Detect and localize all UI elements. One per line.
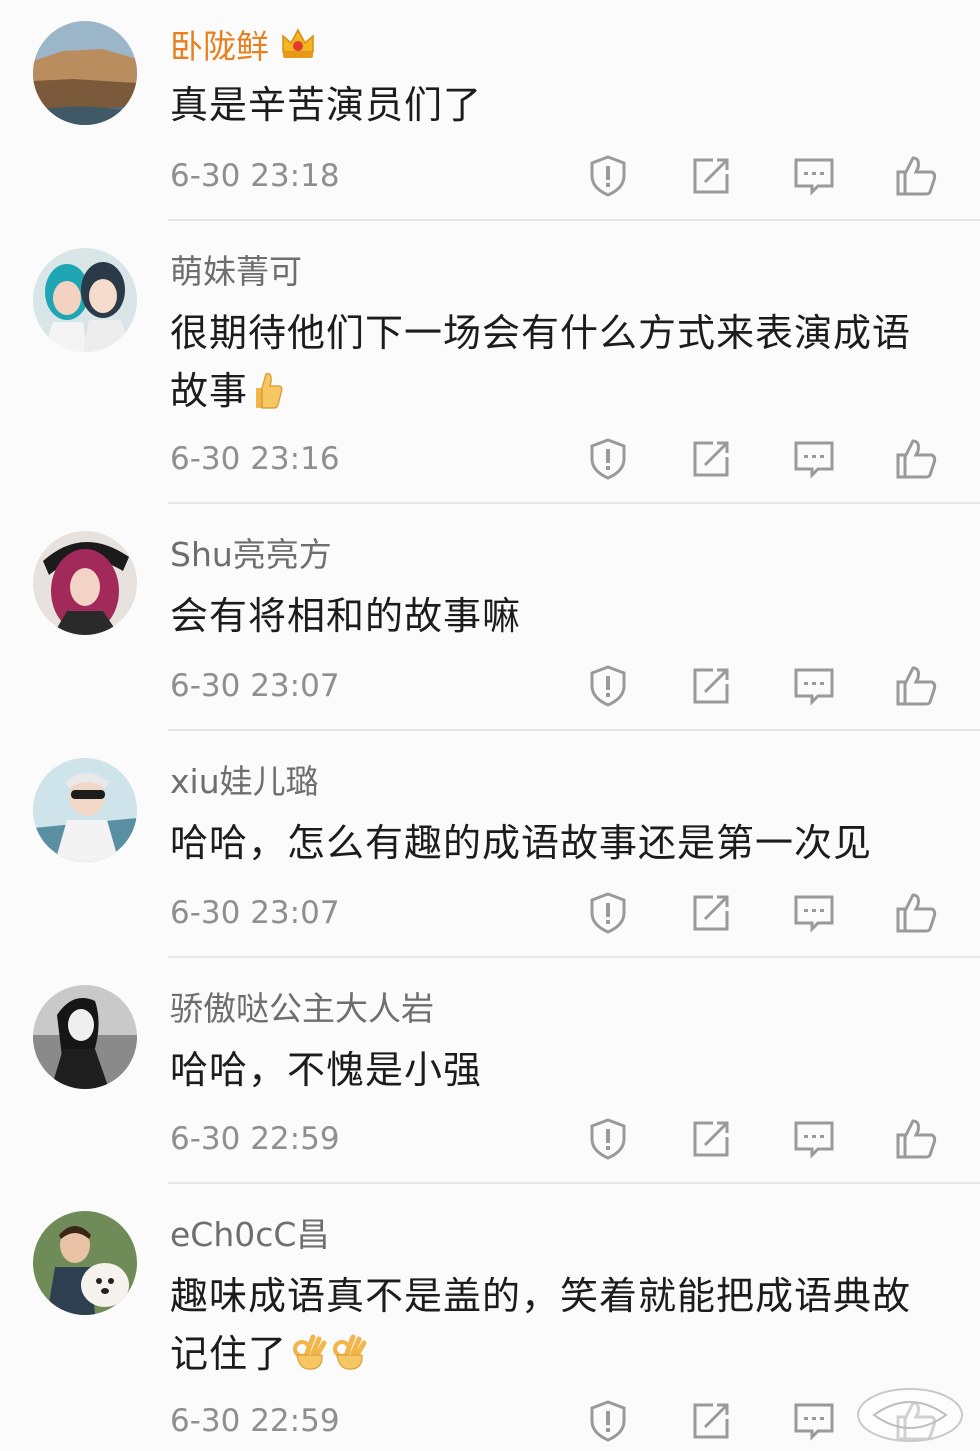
comment-meta: 6-30 23:16 (170, 437, 980, 481)
like-button[interactable] (892, 664, 940, 708)
reply-icon (794, 1121, 834, 1159)
report-button[interactable] (584, 154, 632, 198)
report-icon (590, 1400, 626, 1442)
repost-button[interactable] (687, 1399, 735, 1443)
report-icon (590, 892, 626, 934)
repost-button[interactable] (687, 437, 735, 481)
reply-button[interactable] (790, 437, 838, 481)
reply-button[interactable] (790, 664, 838, 708)
reply-icon (794, 441, 834, 479)
username[interactable]: 卧陇鲜 (170, 24, 317, 67)
repost-button[interactable] (687, 891, 735, 935)
reply-icon (794, 1403, 834, 1441)
divider (168, 956, 980, 958)
comment-meta: 6-30 22:59 (170, 1117, 980, 1161)
username[interactable]: xiu娃儿璐 (170, 762, 319, 802)
report-button[interactable] (584, 1117, 632, 1161)
repost-button[interactable] (687, 154, 735, 198)
timestamp: 6-30 22:59 (170, 1403, 340, 1439)
username[interactable]: 骄傲哒公主大人岩 (170, 989, 434, 1029)
username[interactable]: Shu亮亮方 (170, 535, 332, 575)
timestamp: 6-30 23:18 (170, 158, 340, 194)
like-icon (896, 1119, 937, 1159)
report-button[interactable] (584, 664, 632, 708)
vip-crown-icon (282, 28, 314, 58)
username[interactable]: 萌妹菁可 (170, 252, 302, 292)
report-button[interactable] (584, 437, 632, 481)
repost-icon (693, 158, 729, 194)
comment-text: 哈哈，不愧是小强 (170, 1048, 483, 1092)
reply-button[interactable] (790, 154, 838, 198)
comment-text: 很期待他们下一场会有什么方式来表演成语 故事 (170, 311, 912, 413)
like-button[interactable] (892, 1117, 940, 1161)
repost-icon (693, 668, 729, 704)
repost-icon (693, 441, 729, 477)
user-avatar[interactable] (33, 985, 137, 1089)
comment-meta: 6-30 23:07 (170, 891, 980, 935)
like-button[interactable] (892, 437, 940, 481)
user-avatar[interactable] (33, 248, 137, 352)
repost-icon (693, 1121, 729, 1157)
comment-feed: 卧陇鲜 真是辛苦演员们了 6-30 23:18 萌妹菁可 很期待他们下一场会有什… (0, 0, 980, 1451)
reply-icon (794, 158, 834, 196)
like-button[interactable] (892, 891, 940, 935)
like-icon (896, 156, 937, 196)
repost-button[interactable] (687, 1117, 735, 1161)
report-icon (590, 1118, 626, 1160)
divider (168, 502, 980, 504)
comment-text: 会有将相和的故事嘛 (170, 594, 522, 638)
username[interactable]: eCh0cC昌 (170, 1215, 329, 1255)
ok-hand-emoji (333, 1334, 367, 1370)
reply-button[interactable] (790, 891, 838, 935)
timestamp: 6-30 22:59 (170, 1121, 340, 1157)
divider (168, 219, 980, 221)
timestamp: 6-30 23:07 (170, 895, 340, 931)
like-icon (896, 666, 937, 706)
ok-hand-emoji (293, 1334, 327, 1370)
thumbs-up-emoji (256, 373, 283, 409)
report-button[interactable] (584, 1399, 632, 1443)
reply-button[interactable] (790, 1117, 838, 1161)
divider (168, 729, 980, 731)
repost-button[interactable] (687, 664, 735, 708)
user-avatar[interactable] (33, 1211, 137, 1315)
repost-icon (693, 895, 729, 931)
like-button[interactable] (892, 154, 940, 198)
user-avatar[interactable] (33, 758, 137, 862)
report-icon (590, 438, 626, 480)
comment-meta: 6-30 23:18 (170, 154, 980, 198)
report-button[interactable] (584, 891, 632, 935)
timestamp: 6-30 23:16 (170, 441, 340, 477)
reply-icon (794, 668, 834, 706)
report-icon (590, 155, 626, 197)
repost-icon (693, 1403, 729, 1439)
watermark-logo (857, 1388, 963, 1442)
comment-text: 趣味成语真不是盖的，笑着就能把成语典故 记住了 (170, 1274, 912, 1376)
user-avatar[interactable] (33, 21, 137, 125)
divider (168, 1182, 980, 1184)
report-icon (590, 665, 626, 707)
reply-icon (794, 895, 834, 933)
user-avatar[interactable] (33, 531, 137, 635)
reply-button[interactable] (790, 1399, 838, 1443)
comment-text: 真是辛苦演员们了 (170, 83, 483, 127)
like-icon (896, 893, 937, 933)
comment-text: 哈哈，怎么有趣的成语故事还是第一次见 (170, 821, 873, 865)
timestamp: 6-30 23:07 (170, 668, 340, 704)
comment-meta: 6-30 23:07 (170, 664, 980, 708)
like-icon (896, 439, 937, 479)
